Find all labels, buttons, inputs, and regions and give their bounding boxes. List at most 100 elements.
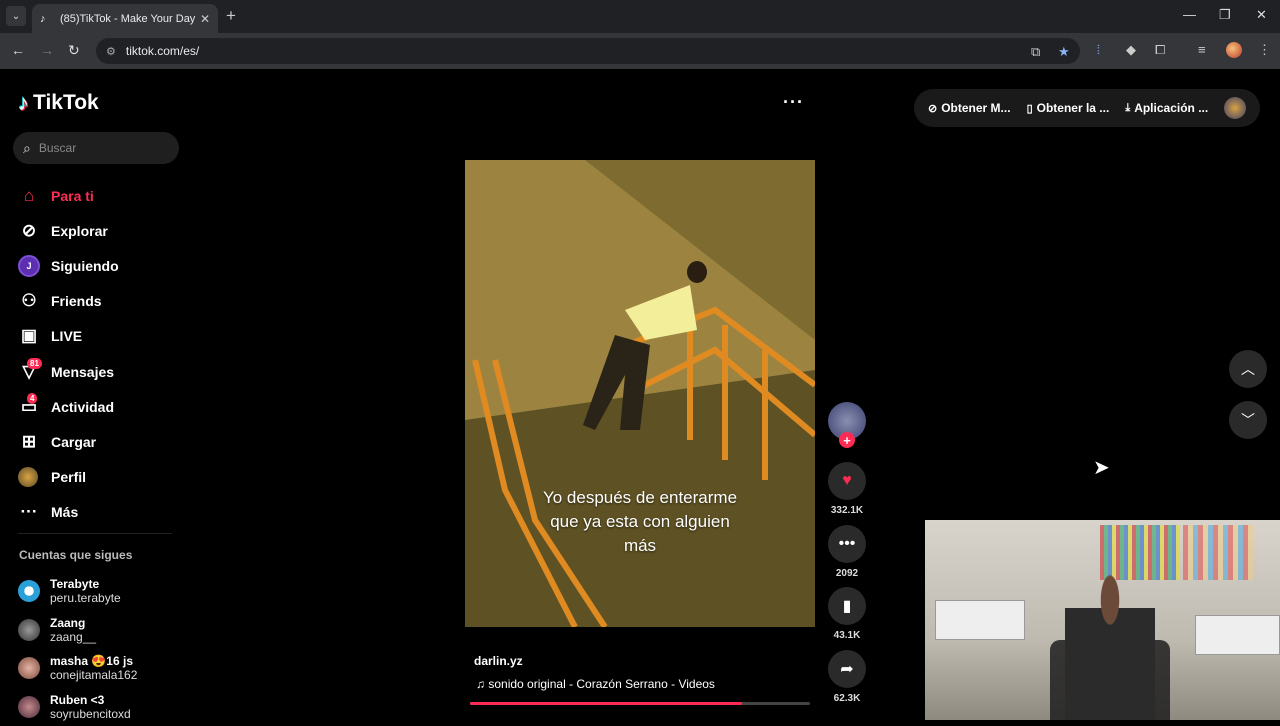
user-avatar[interactable] — [1224, 97, 1246, 119]
extensions-puzzle-icon[interactable]: ⧠ — [1155, 42, 1165, 58]
sidebar-item-label: LIVE — [51, 328, 82, 344]
friends-icon: ⚇ — [18, 291, 40, 311]
desktop-app-button[interactable]: ⤓ Aplicación ... — [1125, 101, 1208, 115]
comment-count: 2092 — [828, 568, 866, 579]
caption-line: más — [465, 534, 815, 558]
sidebar-item-label: Mensajes — [51, 364, 114, 380]
sidebar-item-siguiendo[interactable]: J Siguiendo — [18, 248, 188, 283]
sidebar-item-actividad[interactable]: ▭ 4 Actividad — [18, 389, 188, 424]
tiktok-favicon-icon: ♪ — [40, 13, 52, 25]
tab-close-icon[interactable]: ✕ — [200, 12, 210, 26]
heart-icon[interactable]: ♥ — [828, 462, 866, 500]
caption-line: Yo después de enterarme — [465, 486, 815, 510]
account-handle: zaang__ — [50, 630, 96, 644]
maximize-icon[interactable]: ❐ — [1219, 7, 1231, 23]
chrome-menu-icon[interactable]: ⋮ — [1258, 42, 1271, 58]
like-count: 332.1K — [828, 505, 866, 516]
video-actions: + — [828, 402, 866, 440]
forward-icon[interactable]: → — [40, 42, 54, 58]
share-arrow-icon[interactable]: ➦ — [828, 650, 866, 688]
site-info-icon[interactable]: ⚙ — [106, 45, 116, 58]
share-action[interactable]: ➦ 62.3K — [828, 650, 866, 704]
account-name: Ruben <3 — [50, 693, 131, 707]
webcam-sewing-machine — [935, 600, 1025, 640]
follow-plus-icon[interactable]: + — [839, 432, 855, 448]
more-dots-icon: ··· — [18, 502, 40, 522]
new-tab-button[interactable]: + — [226, 6, 236, 26]
url-text: tiktok.com/es/ — [126, 44, 199, 58]
sidebar-item-para-ti[interactable]: ⌂ Para ti — [18, 178, 188, 213]
caption-line: que ya esta con alguien — [465, 510, 815, 534]
like-action[interactable]: ♥ 332.1K — [828, 462, 866, 516]
topbar-label: Aplicación ... — [1134, 101, 1208, 115]
video-sound[interactable]: ♫ sonido original - Corazón Serrano - Vi… — [476, 677, 715, 691]
account-avatar — [18, 580, 40, 602]
sidebar-item-friends[interactable]: ⚇ Friends — [18, 284, 188, 319]
webcam-sewing-machine — [1195, 615, 1280, 655]
webcam-background-shelf — [1183, 525, 1253, 580]
address-bar[interactable]: ⚙ tiktok.com/es/ ⧉ ★ — [96, 38, 1080, 64]
chrome-profile-avatar[interactable] — [1226, 42, 1242, 58]
sidebar-item-label: Cargar — [51, 434, 96, 450]
video-player[interactable]: Yo después de enterarme que ya esta con … — [465, 160, 815, 627]
video-more-options-icon[interactable]: ··· — [783, 92, 804, 113]
search-icon: ⌕ — [23, 140, 31, 157]
extension-icon[interactable]: ⦙ — [1097, 42, 1100, 58]
creator-avatar[interactable]: + — [828, 402, 866, 440]
account-avatar — [18, 619, 40, 641]
bookmark-icon[interactable]: ▮ — [828, 587, 866, 625]
install-app-icon[interactable]: ⧉ — [1031, 44, 1040, 60]
sidebar-item-mensajes[interactable]: ▽ 81 Mensajes — [18, 354, 188, 389]
comment-icon[interactable]: ••• — [828, 525, 866, 563]
tab-search-icon[interactable]: ⌄ — [6, 6, 26, 26]
profile-avatar — [18, 467, 38, 487]
sidebar-item-label: Más — [51, 504, 78, 520]
account-handle: soyrubencitoxd — [50, 707, 131, 721]
window-close-icon[interactable]: ✕ — [1256, 7, 1267, 23]
account-item[interactable]: Terabyteperu.terabyte — [18, 572, 188, 611]
sidebar-item-explorar[interactable]: ⊘ Explorar — [18, 213, 188, 248]
sidebar-item-perfil[interactable]: Perfil — [18, 460, 188, 495]
account-item[interactable]: masha 😍16 jsconejitamala162 — [18, 649, 188, 688]
account-name: masha 😍16 js — [50, 654, 137, 668]
sidebar-item-cargar[interactable]: ⊞ Cargar — [18, 424, 188, 459]
comment-action[interactable]: ••• 2092 — [828, 525, 866, 579]
messages-badge: 81 — [27, 358, 42, 369]
sidebar-divider — [18, 533, 172, 534]
bookmark-star-icon[interactable]: ★ — [1058, 44, 1070, 60]
sidebar-item-label: Para ti — [51, 188, 94, 204]
video-author[interactable]: darlin.yz — [474, 654, 523, 668]
mouse-cursor-icon: ➤ — [1093, 455, 1110, 480]
share-count: 62.3K — [828, 693, 866, 704]
sidebar-item-label: Perfil — [51, 469, 86, 485]
browser-tab[interactable]: ♪ (85)TikTok - Make Your Day ✕ — [32, 4, 218, 33]
music-note-icon: ♫ — [476, 677, 488, 691]
video-progress-bar[interactable] — [470, 702, 810, 705]
sidebar-item-label: Friends — [51, 293, 102, 309]
get-coins-button[interactable]: ⊘Obtener M... — [928, 101, 1011, 115]
sidebar-item-mas[interactable]: ··· Más — [18, 495, 188, 530]
home-icon: ⌂ — [18, 186, 40, 206]
following-section-title: Cuentas que sigues — [19, 548, 132, 562]
tiktok-note-icon: ♪ — [18, 90, 29, 116]
account-item[interactable]: Zaangzaang__ — [18, 611, 188, 650]
extension-diamond-icon[interactable]: ◆ — [1126, 42, 1136, 58]
tiktok-logo[interactable]: ♪ TikTok — [18, 90, 99, 116]
search-placeholder: Buscar — [39, 141, 76, 155]
download-icon: ⤓ — [1125, 102, 1130, 115]
account-handle: conejitamala162 — [50, 668, 137, 682]
get-app-button[interactable]: ▯Obtener la ... — [1027, 101, 1110, 115]
sidebar-item-live[interactable]: ▣ LIVE — [18, 319, 188, 354]
account-item[interactable]: Ruben <3soyrubencitoxd — [18, 688, 188, 726]
media-control-icon[interactable]: ≡ — [1198, 42, 1206, 57]
previous-video-button[interactable]: ︿ — [1229, 350, 1267, 388]
phone-icon: ▯ — [1027, 102, 1033, 115]
minimize-icon[interactable]: — — [1183, 7, 1196, 22]
save-action[interactable]: ▮ 43.1K — [828, 587, 866, 641]
next-video-button[interactable]: ﹀ — [1229, 401, 1267, 439]
search-input[interactable]: ⌕ Buscar — [13, 132, 179, 164]
reload-icon[interactable]: ↻ — [68, 42, 80, 59]
account-name: Zaang — [50, 616, 96, 630]
tab-title: (85)TikTok - Make Your Day — [60, 13, 200, 25]
back-icon[interactable]: ← — [11, 42, 25, 58]
